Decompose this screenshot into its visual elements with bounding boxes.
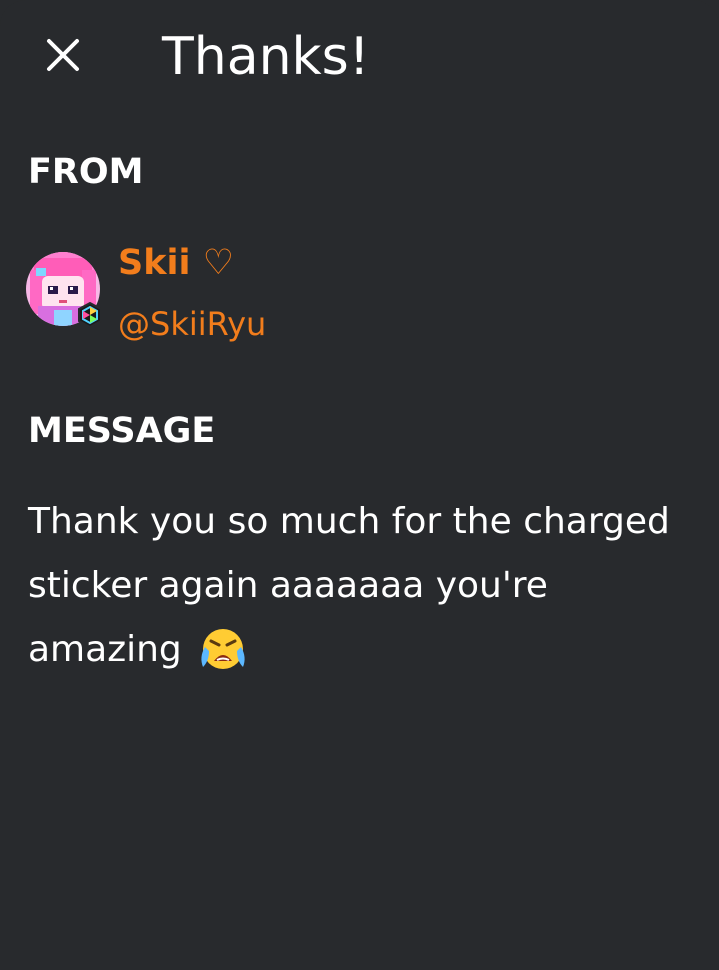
close-icon [47,39,79,71]
dialog-header: Thanks! [0,0,719,115]
sender-info: Skii ♡ @SkiiRyu [118,240,266,346]
sender-display-name[interactable]: Skii ♡ [118,240,266,286]
close-button[interactable] [36,28,90,82]
nitro-badge-icon [78,302,102,328]
message-text: Thank you so much for the charged sticke… [28,490,688,692]
sender-username[interactable]: @SkiiRyu [118,302,266,346]
message-label: MESSAGE [28,411,216,451]
page-title: Thanks! [162,27,370,87]
from-label: FROM [28,152,144,192]
avatar[interactable] [26,252,102,328]
sender-profile[interactable]: Skii ♡ @SkiiRyu [26,240,266,346]
thanks-dialog: Thanks! FROM Skii ♡ @SkiiRyu MESSAGE Tha… [0,0,719,970]
message-content: Thank you so much for the charged sticke… [28,501,670,670]
crying-face-emoji-icon [197,623,249,692]
